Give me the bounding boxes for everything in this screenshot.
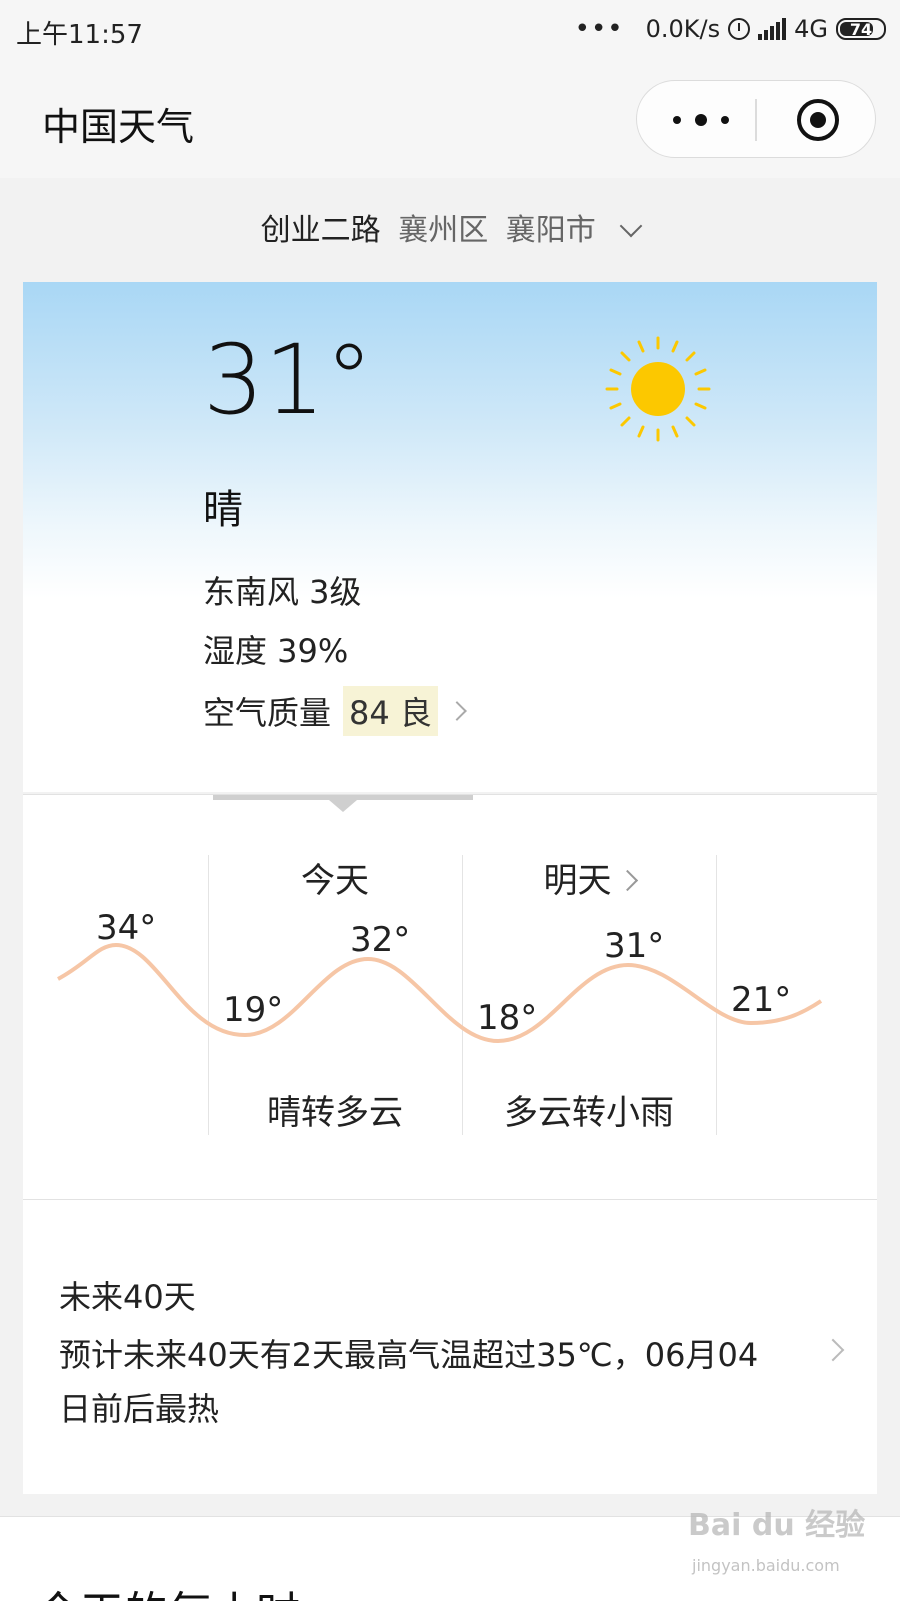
air-quality-link[interactable]: 空气质量 84 良 (203, 686, 467, 736)
today-condition: 晴转多云 (267, 1093, 403, 1133)
status-time: 上午11:57 (16, 20, 143, 50)
chevron-down-icon (619, 214, 643, 238)
watermark-url: jingyan.baidu.com (692, 1556, 840, 1575)
temp-label-prev-high: 34° (96, 908, 156, 948)
status-indicators: ••• 0.0K/s 4G 74 (575, 14, 886, 44)
more-icon[interactable] (673, 105, 729, 135)
network-type: 4G (794, 15, 828, 43)
battery-icon: 74 (836, 18, 886, 40)
net-speed: 0.0K/s (645, 15, 721, 43)
longterm-title: 未来40天 (59, 1278, 196, 1316)
nav-bar: 中国天气 (0, 64, 900, 178)
signal-icon (758, 18, 787, 40)
sun-icon (605, 336, 711, 442)
location-city: 襄阳市 (505, 213, 596, 248)
aqi-label: 空气质量 (203, 694, 332, 732)
current-weather-card: 31° 晴 东南风 3级 湿度 39% 空气质量 84 良 (23, 282, 877, 792)
status-dots: ••• (574, 14, 624, 44)
hourly-title: 今天的每小时 (36, 1577, 300, 1601)
battery-level: 74 (849, 19, 873, 39)
capsule-divider (755, 99, 757, 141)
page-title: 中国天气 (42, 105, 195, 149)
temperature-curve: 34° 19° 32° 18° 31° 21° (57, 908, 823, 1044)
temp-label-tomorrow-low: 18° (477, 998, 537, 1038)
temp-label-tomorrow-high: 31° (604, 926, 664, 966)
current-condition: 晴 (203, 487, 243, 533)
miniprogram-capsule (636, 80, 876, 158)
current-temperature: 31° (203, 324, 374, 436)
temperature-curve-line (57, 942, 823, 1044)
watermark-logo: Bai du 经验 (688, 1508, 866, 1543)
humidity-info: 湿度 39% (203, 632, 349, 670)
alarm-icon (728, 18, 751, 40)
chevron-right-icon (447, 701, 467, 721)
aqi-badge: 84 良 (343, 686, 438, 736)
location-district: 襄州区 (398, 213, 489, 248)
wind-info: 东南风 3级 (203, 573, 362, 611)
temp-label-today-low: 19° (223, 990, 283, 1030)
tomorrow-condition: 多云转小雨 (504, 1093, 674, 1133)
status-bar: 上午11:57 ••• 0.0K/s 4G 74 (0, 0, 900, 64)
location-selector[interactable]: 创业二路 襄州区 襄阳市 (0, 205, 900, 249)
longterm-description: 预计未来40天有2天最高气温超过35℃，06月04日前后最热 (59, 1336, 759, 1428)
location-street: 创业二路 (260, 213, 381, 248)
longterm-forecast-link[interactable]: 未来40天 预计未来40天有2天最高气温超过35℃，06月04日前后最热 (23, 1199, 877, 1494)
chevron-right-icon (821, 1338, 845, 1362)
close-icon[interactable] (797, 99, 839, 141)
temp-label-next-low: 21° (731, 980, 791, 1020)
forecast-card: 今天 明天 34° 19° 32° 18° 31° 21° 晴转多云 多云转小雨 (23, 794, 877, 1199)
temp-label-today-high: 32° (350, 920, 410, 960)
